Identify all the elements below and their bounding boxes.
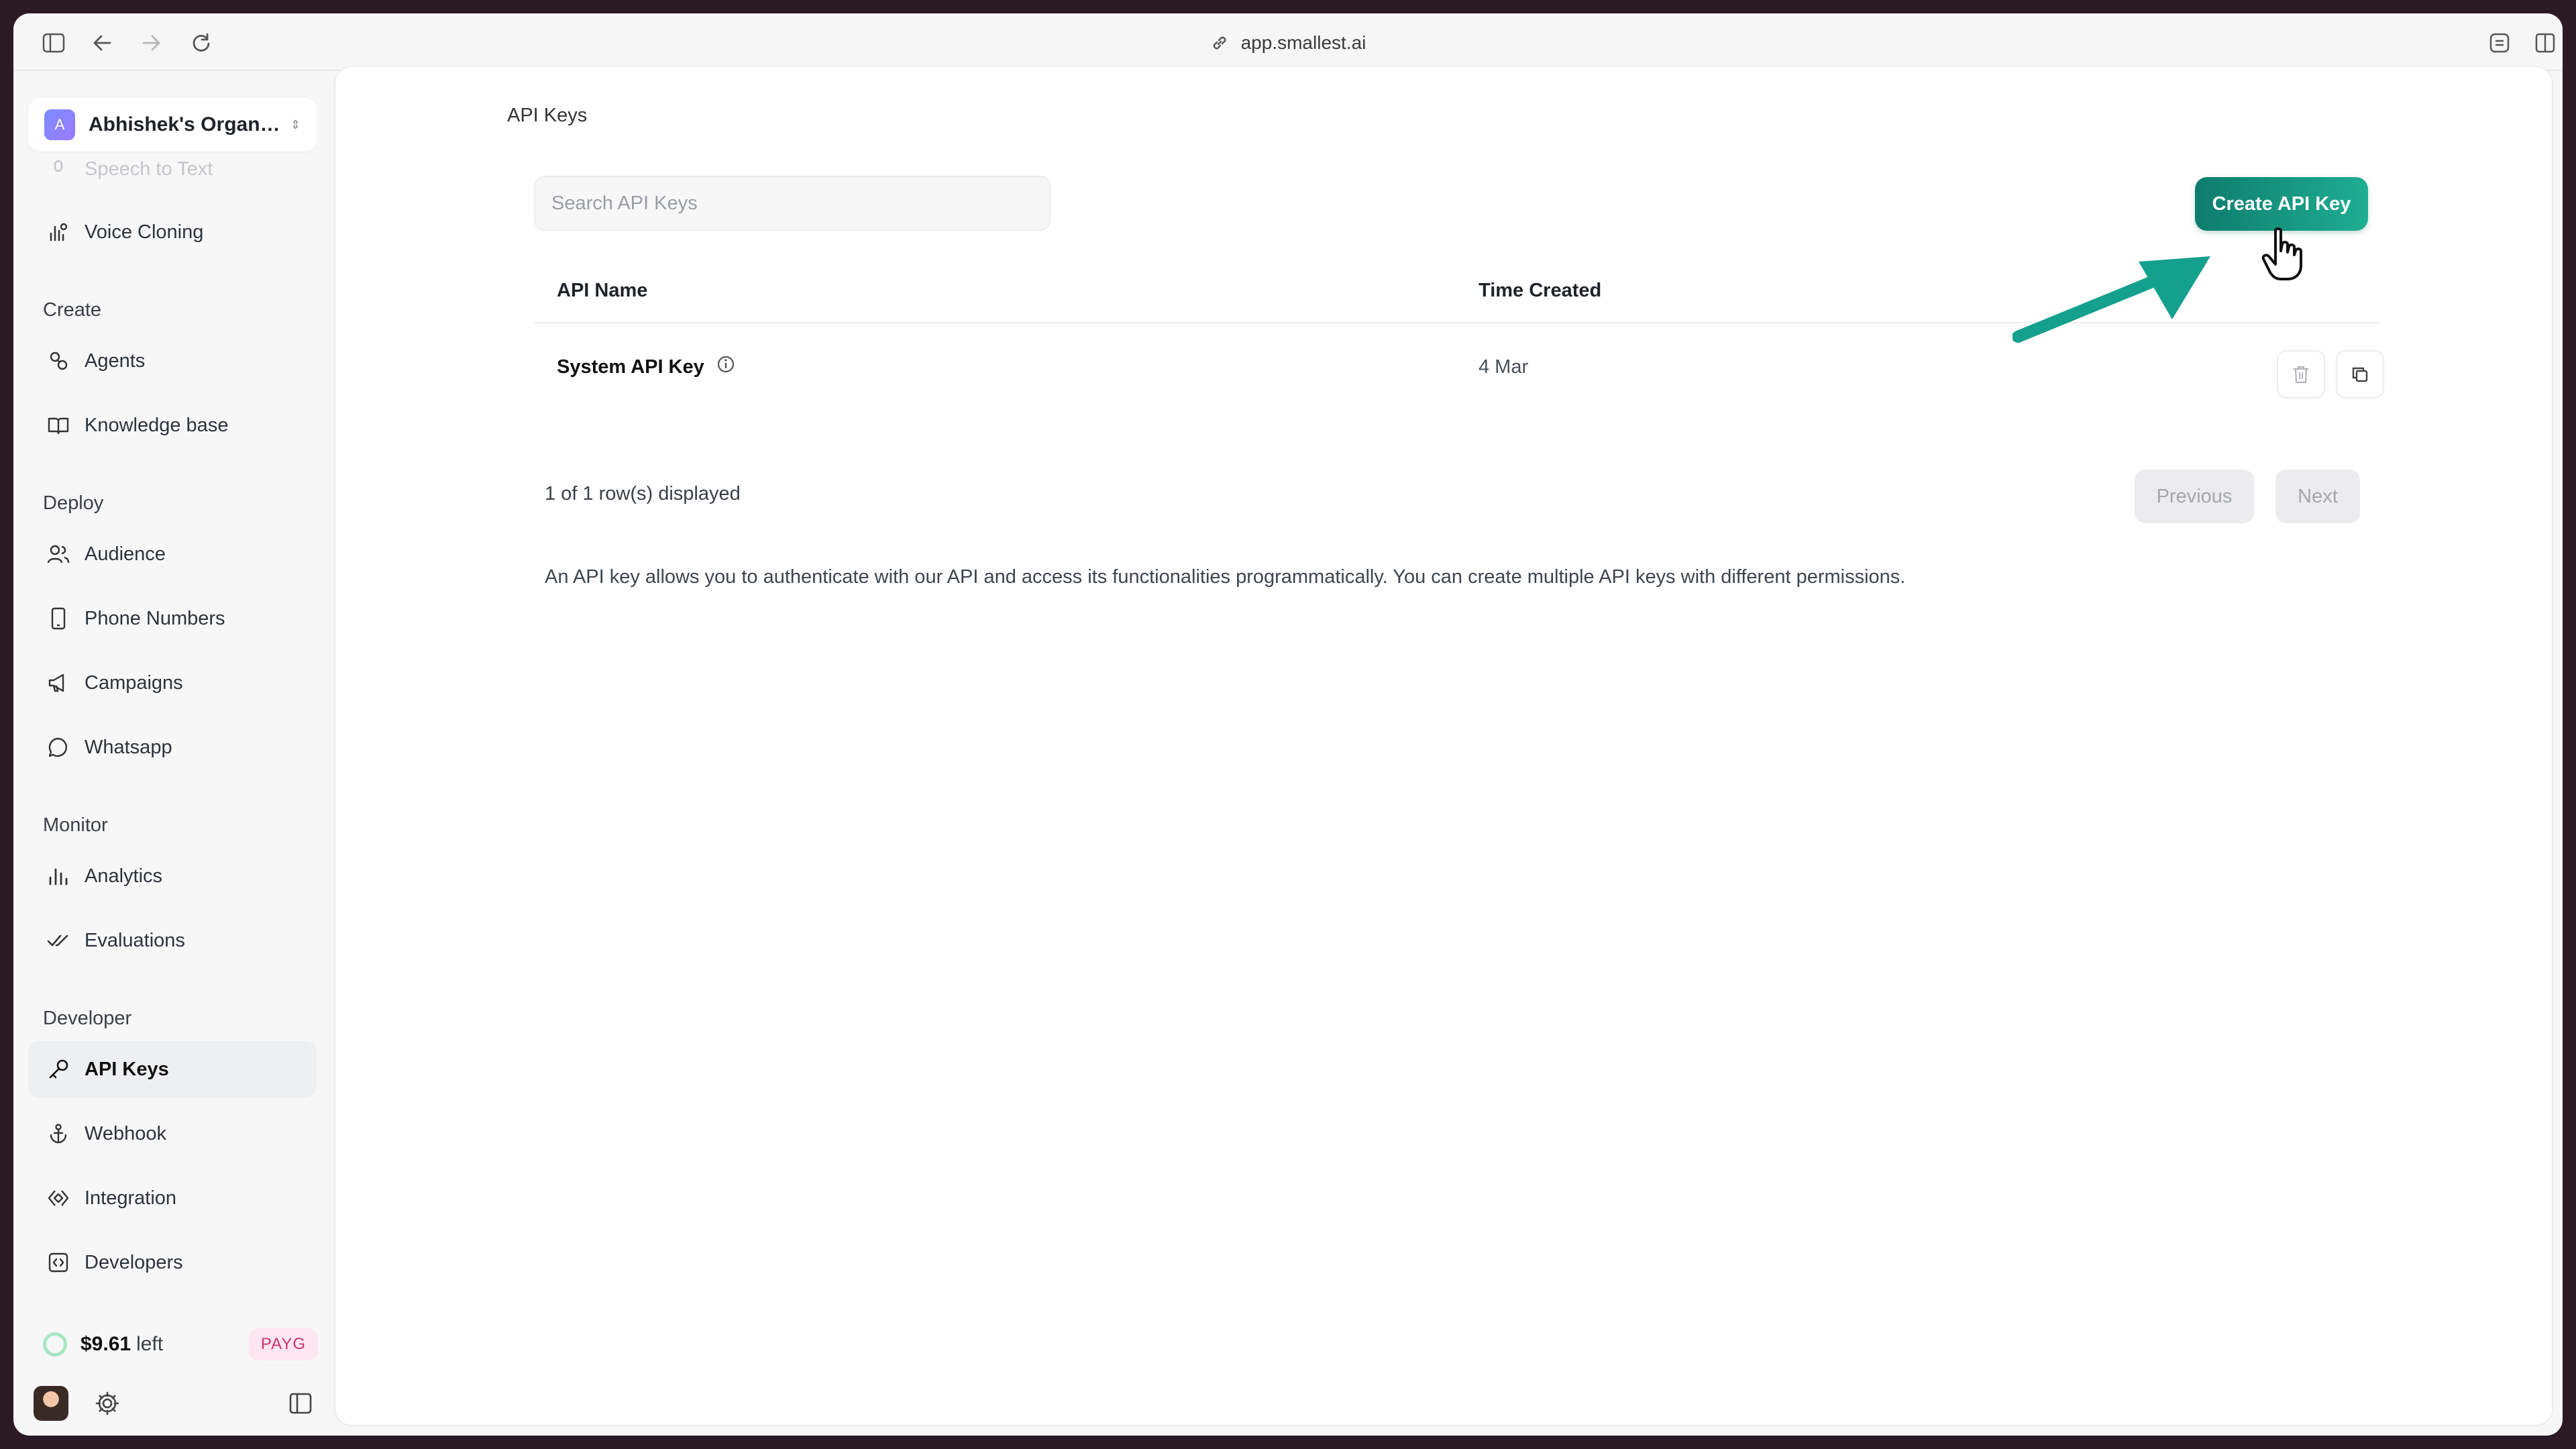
reader-mode-icon[interactable] <box>2485 28 2514 58</box>
sidebar-item-whatsapp[interactable]: Whatsapp <box>28 719 317 775</box>
chat-bubble-icon <box>47 736 70 759</box>
sidebar-item-label: Audience <box>85 543 166 565</box>
section-developer: Developer <box>43 1008 132 1029</box>
url-text: app.smallest.ai <box>1240 32 1366 53</box>
sidebar-item-speech-to-text[interactable]: Speech to Text <box>28 156 317 182</box>
address-bar[interactable]: app.smallest.ai <box>13 30 2563 56</box>
sidebar-item-label: Webhook <box>85 1122 166 1144</box>
sidebar-item-label: Analytics <box>85 865 163 887</box>
gear-icon[interactable] <box>94 1390 121 1417</box>
column-header-time-created: Time Created <box>1479 279 1602 301</box>
chevron-updown-icon: ⇕ <box>290 117 301 131</box>
credit-balance[interactable]: $9.61 left PAYG <box>43 1323 318 1366</box>
copy-icon <box>2352 367 2368 382</box>
sidebar-item-api-keys[interactable]: API Keys <box>28 1041 317 1097</box>
section-monitor: Monitor <box>43 814 108 836</box>
sidebar-item-webhook[interactable]: Webhook <box>28 1106 317 1162</box>
create-api-key-button[interactable]: Create API Key <box>2195 177 2368 231</box>
sidebar-item-label: Campaigns <box>85 672 183 694</box>
org-name: Abhishek's Organis... <box>89 113 284 136</box>
previous-button[interactable]: Previous <box>2135 470 2254 523</box>
sidebar-item-campaigns[interactable]: Campaigns <box>28 655 317 711</box>
column-header-api-name: API Name <box>557 279 648 301</box>
integration-icon <box>47 1187 70 1210</box>
voice-cloning-icon <box>47 221 70 244</box>
rows-displayed: 1 of 1 row(s) displayed <box>545 483 741 504</box>
sidebar-item-label: Developers <box>85 1251 183 1273</box>
annotation-arrow <box>2012 256 2210 343</box>
sidebar-item-label: Agents <box>85 350 146 372</box>
sidebar-item-label: Speech to Text <box>85 158 213 180</box>
sidebar-item-label: Evaluations <box>85 929 185 951</box>
avatar[interactable] <box>34 1386 68 1421</box>
breadcrumb: API Keys <box>507 105 588 126</box>
sidebar-item-label: Whatsapp <box>85 736 172 758</box>
sidebar-item-label: Voice Cloning <box>85 221 204 243</box>
sidebar-footer <box>34 1383 315 1424</box>
delete-button[interactable] <box>2277 350 2325 398</box>
sidebar-item-phone-numbers[interactable]: Phone Numbers <box>28 590 317 647</box>
code-box-icon <box>47 1251 70 1274</box>
microphone-icon <box>47 158 70 180</box>
section-deploy: Deploy <box>43 492 104 514</box>
api-key-name: System API Key <box>557 356 704 378</box>
plan-badge: PAYG <box>248 1328 318 1360</box>
double-check-icon <box>47 929 70 952</box>
sidebar-item-label: Phone Numbers <box>85 607 225 629</box>
agents-icon <box>47 350 70 372</box>
sidebar-item-knowledge-base[interactable]: Knowledge base <box>28 397 317 453</box>
sidebar-item-label: API Keys <box>85 1058 169 1080</box>
browser-toolbar: app.smallest.ai <box>13 13 2563 71</box>
anchor-icon <box>47 1122 70 1145</box>
trash-icon <box>2294 366 2308 384</box>
org-switcher[interactable]: A Abhishek's Organis... ⇕ <box>28 98 317 152</box>
search-input[interactable] <box>534 176 1051 231</box>
sidebar-item-developers[interactable]: Developers <box>28 1234 317 1291</box>
copy-button[interactable] <box>2336 350 2384 398</box>
sidebar-item-voice-cloning[interactable]: Voice Cloning <box>28 204 317 260</box>
credit-amount: $9.61 <box>80 1333 131 1355</box>
hand-pointer-icon <box>2261 227 2302 280</box>
org-avatar: A <box>44 109 75 140</box>
link-icon <box>1213 36 1226 50</box>
bar-chart-icon <box>47 865 70 888</box>
browser-window: app.smallest.ai A Abhishek's Organis... … <box>13 13 2563 1436</box>
next-button[interactable]: Next <box>2275 470 2360 523</box>
split-view-icon[interactable] <box>2530 28 2560 58</box>
api-name-cell: System API Key <box>557 323 735 411</box>
sidebar-item-evaluations[interactable]: Evaluations <box>28 912 317 969</box>
users-icon <box>47 543 70 566</box>
credit-suffix: left <box>136 1333 164 1355</box>
sidebar-item-agents[interactable]: Agents <box>28 333 317 389</box>
sidebar-item-audience[interactable]: Audience <box>28 526 317 582</box>
megaphone-icon <box>47 672 70 694</box>
info-icon[interactable] <box>716 355 735 379</box>
phone-icon <box>47 607 70 630</box>
book-icon <box>47 414 70 437</box>
credit-ring-icon <box>43 1332 67 1356</box>
sidebar-item-label: Knowledge base <box>85 414 229 436</box>
api-key-description: An API key allows you to authenticate wi… <box>545 566 1906 588</box>
sidebar-item-analytics[interactable]: Analytics <box>28 848 317 904</box>
sidebar-item-label: Integration <box>85 1187 177 1209</box>
key-icon <box>47 1058 70 1081</box>
section-create: Create <box>43 299 102 321</box>
sidebar: A Abhishek's Organis... ⇕ Speech to Text… <box>13 71 335 1436</box>
sidebar-item-integration[interactable]: Integration <box>28 1170 317 1226</box>
time-created-cell: 4 Mar <box>1479 356 1529 378</box>
collapse-sidebar-icon[interactable] <box>288 1391 313 1415</box>
